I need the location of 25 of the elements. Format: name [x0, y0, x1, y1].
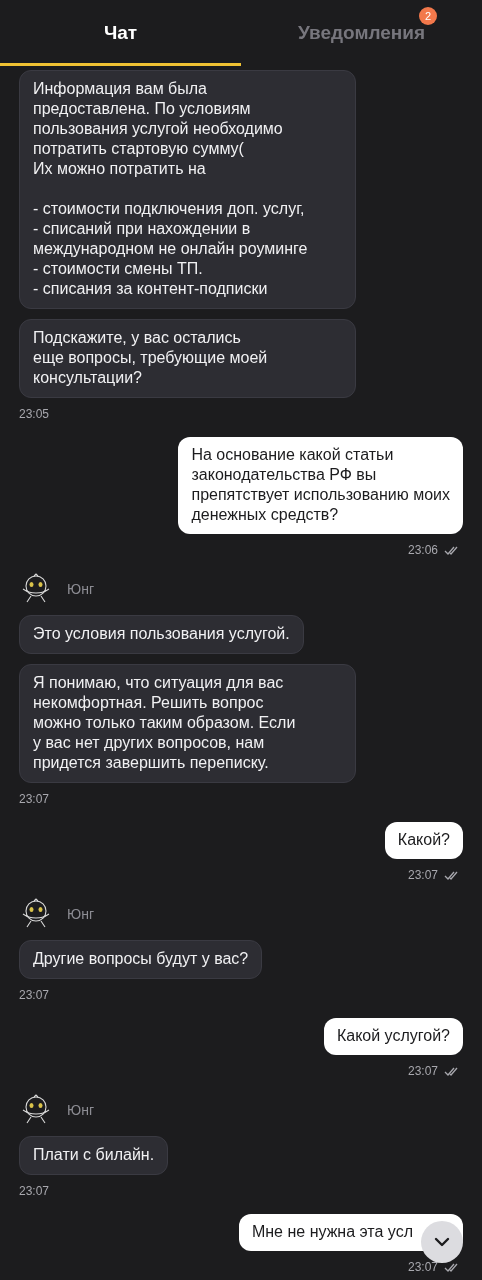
- incoming-message: Другие вопросы будут у вас?: [19, 940, 263, 979]
- outgoing-message: Какой?: [384, 822, 463, 859]
- incoming-message: Информация вам была предоставлена. По условиям пользования услугой необходимо потратить стартовую сумму( Их можно потратить на - стоимости подключения доп. услуг, - списаний при нахождении в международном не онлайн роуминге - стоимости смены ТП. - списания за контент-подписки: [19, 70, 356, 309]
- count-badge: 2: [419, 7, 438, 26]
- outgoing-message: Какой услугой?: [323, 1018, 463, 1055]
- incoming-message: Подскажите, у вас остались еще вопросы, требующие моей консультации?: [19, 319, 356, 398]
- incoming-message: Я понимаю, что ситуация для вас некомфортная. Решить вопрос можно только таким образом. Если у вас нет других вопросов, нам придется завершить переписку.: [19, 664, 356, 783]
- tab[interactable]: Чат: [0, 0, 241, 66]
- outgoing-message: На основание какой статьи законодательства РФ вы препятствует использованию моих денежных средств?: [178, 437, 463, 534]
- message-time: 23:07: [19, 988, 50, 1002]
- message-time: 23:05: [19, 407, 50, 421]
- message-time: 23:07: [407, 1064, 438, 1078]
- sender-name: Юнг: [67, 579, 94, 599]
- incoming-message: Это условия пользования услугой.: [19, 615, 304, 654]
- message-time: 23:06: [407, 543, 438, 557]
- incoming-message: Плати с билайн.: [19, 1136, 169, 1175]
- tab[interactable]: Уведомления 2: [241, 0, 482, 66]
- sender-name: Юнг: [67, 1100, 94, 1120]
- message-time: 23:07: [19, 792, 50, 806]
- chevron-down-icon: [434, 1237, 450, 1247]
- message-time: 23:07: [19, 1184, 50, 1198]
- message-time: 23:07: [407, 868, 438, 882]
- message-time: 23:07: [407, 1260, 438, 1274]
- sender-name: Юнг: [67, 904, 94, 924]
- scroll-down-button[interactable]: [421, 1221, 463, 1263]
